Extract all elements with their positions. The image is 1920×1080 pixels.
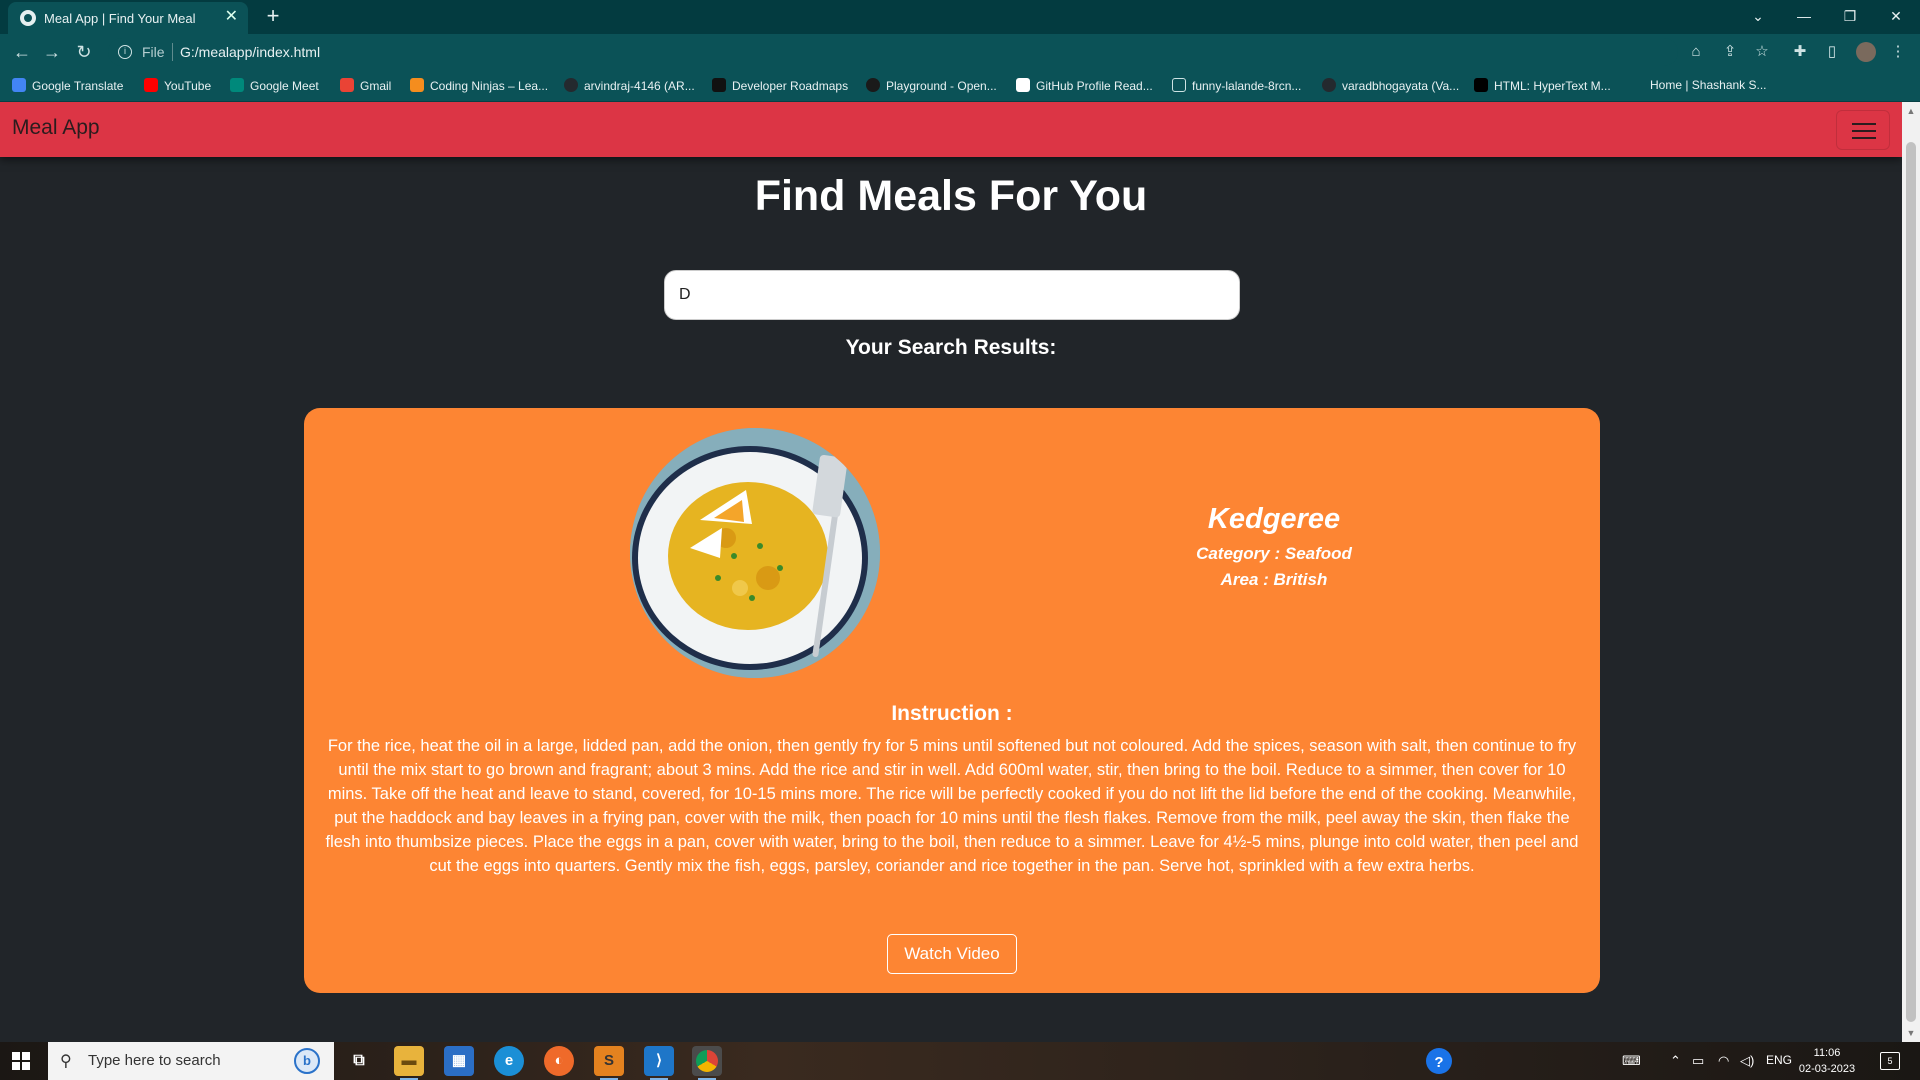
- bookmark-item[interactable]: GitHub Profile Read...: [1016, 78, 1153, 94]
- instruction-text: For the rice, heat the oil in a large, l…: [325, 737, 1579, 875]
- url-separator: [172, 43, 173, 61]
- google-translate-icon: [12, 78, 26, 92]
- volume-icon[interactable]: ◁): [1740, 1053, 1754, 1069]
- bookmarks-bar: Google Translate YouTube Google Meet Gma…: [0, 70, 1920, 102]
- meal-image: [630, 428, 880, 678]
- chrome-icon[interactable]: [692, 1046, 722, 1080]
- page-title: Find Meals For You: [754, 172, 1148, 220]
- menu-kebab-icon[interactable]: ⋮: [1888, 42, 1908, 62]
- navbar-brand[interactable]: Meal App: [12, 116, 100, 140]
- bookmark-item[interactable]: Developer Roadmaps: [712, 78, 848, 94]
- gmail-icon: [340, 78, 354, 92]
- file-explorer-icon[interactable]: ▬: [394, 1046, 424, 1080]
- scrollbar-thumb[interactable]: [1906, 142, 1916, 1022]
- edge-icon[interactable]: e: [494, 1046, 524, 1076]
- windows-start-icon[interactable]: [12, 1052, 30, 1070]
- taskbar-search-placeholder: Type here to search: [88, 1052, 221, 1069]
- clock-time: 11:06: [1813, 1047, 1841, 1059]
- meal-search-input[interactable]: [664, 270, 1240, 320]
- site-info-icon[interactable]: i: [118, 45, 132, 59]
- language-indicator[interactable]: ENG: [1766, 1053, 1792, 1067]
- help-icon[interactable]: ?: [1426, 1048, 1452, 1074]
- close-window-button[interactable]: ✕: [1876, 4, 1916, 28]
- keyboard-icon[interactable]: ⌨: [1622, 1053, 1641, 1069]
- show-hidden-icons-icon[interactable]: ⌃: [1670, 1053, 1681, 1069]
- meal-card: Kedgeree Category : Seafood Area : Briti…: [304, 408, 1600, 993]
- bookmark-item[interactable]: Gmail: [340, 78, 391, 94]
- watch-video-button[interactable]: Watch Video: [887, 934, 1017, 974]
- bookmark-item[interactable]: funny-lalande-8rcn...: [1172, 78, 1301, 94]
- minimize-button[interactable]: —: [1784, 4, 1824, 28]
- share-icon[interactable]: ⇪: [1720, 42, 1740, 62]
- roadmap-icon: [712, 78, 726, 92]
- bookmark-item[interactable]: Playground - Open...: [866, 78, 997, 94]
- side-panel-icon[interactable]: ▯: [1822, 42, 1842, 62]
- tab-search-dropdown-icon[interactable]: ⌄: [1738, 4, 1778, 28]
- scroll-down-arrow-icon[interactable]: ▼: [1902, 1024, 1920, 1042]
- meal-area: Area : British: [1220, 570, 1328, 589]
- bookmark-item[interactable]: Google Translate: [12, 78, 123, 94]
- github-icon: [1322, 78, 1336, 92]
- bookmark-item[interactable]: HTML: HyperText M...: [1474, 78, 1611, 94]
- meal-name: Kedgeree: [1207, 503, 1341, 535]
- coding-ninjas-icon: [410, 78, 424, 92]
- windows-taskbar: ⚲ Type here to search b ⧉ ▬ ▦ e ◐ S ⟩ ? …: [0, 1042, 1920, 1080]
- bookmark-item[interactable]: arvindraj-4146 (AR...: [564, 78, 695, 94]
- clock-date: 02-03-2023: [1798, 1063, 1856, 1075]
- tab-title: Meal App | Find Your Meal: [44, 11, 196, 26]
- profile-avatar[interactable]: [1856, 42, 1876, 62]
- scroll-up-arrow-icon[interactable]: ▲: [1902, 102, 1920, 120]
- bookmark-item[interactable]: Home | Shashank S...: [1650, 78, 1767, 94]
- page-viewport: Meal App Find Meals For You Your Search …: [0, 102, 1920, 1042]
- firefox-icon[interactable]: ◐: [544, 1046, 574, 1076]
- tab-favicon-icon: [20, 10, 36, 26]
- browser-tab-active[interactable]: Meal App | Find Your Meal ✕: [8, 2, 248, 34]
- battery-icon[interactable]: ▭: [1692, 1053, 1704, 1069]
- bookmark-item[interactable]: YouTube: [144, 78, 211, 94]
- notification-center-icon[interactable]: 5: [1880, 1052, 1900, 1070]
- bing-icon[interactable]: b: [294, 1048, 320, 1074]
- forward-arrow-icon[interactable]: →: [40, 40, 64, 64]
- address-bar[interactable]: i File G:/mealapp/index.html: [108, 38, 1678, 66]
- bookmark-item[interactable]: Coding Ninjas – Lea...: [410, 78, 548, 94]
- openai-icon: [866, 78, 880, 92]
- site-navbar: Meal App: [0, 102, 1902, 157]
- restore-button[interactable]: ❐: [1830, 4, 1870, 28]
- url-scheme: File: [142, 44, 165, 60]
- browser-toolbar: ← → ↻ i File G:/mealapp/index.html ⌂ ⇪ ☆…: [0, 34, 1920, 70]
- search-icon: ⚲: [60, 1053, 72, 1070]
- tab-close-icon[interactable]: ✕: [225, 8, 238, 26]
- bookmark-item[interactable]: Google Meet: [230, 78, 319, 94]
- mdn-icon: [1474, 78, 1488, 92]
- vscode-icon[interactable]: ⟩: [644, 1046, 674, 1080]
- translate-icon[interactable]: ⌂: [1686, 42, 1706, 62]
- sublime-text-icon[interactable]: S: [594, 1046, 624, 1080]
- hamburger-menu-icon[interactable]: [1836, 110, 1890, 150]
- task-view-icon[interactable]: ⧉: [344, 1046, 374, 1076]
- wifi-icon[interactable]: ◠: [1718, 1053, 1729, 1069]
- microsoft-store-icon[interactable]: ▦: [444, 1046, 474, 1076]
- google-meet-icon: [230, 78, 244, 92]
- youtube-icon: [144, 78, 158, 92]
- bookmark-item[interactable]: varadbhogayata (Va...: [1322, 78, 1459, 94]
- instruction-heading: Instruction :: [891, 702, 1013, 725]
- taskbar-clock[interactable]: 11:06 02-03-2023: [1796, 1045, 1858, 1077]
- browser-tab-strip: Meal App | Find Your Meal ✕ + ⌄ — ❐ ✕: [0, 0, 1920, 34]
- bookmark-star-icon[interactable]: ☆: [1752, 42, 1772, 62]
- meal-info: Kedgeree Category : Seafood Area : Briti…: [1044, 503, 1504, 596]
- reload-icon[interactable]: ↻: [72, 40, 96, 64]
- taskbar-search-box[interactable]: ⚲ Type here to search b: [48, 1042, 334, 1080]
- github-icon: [564, 78, 578, 92]
- extensions-puzzle-icon[interactable]: ✚: [1790, 42, 1810, 62]
- page-icon: [1172, 78, 1186, 92]
- meal-category: Category : Seafood: [1196, 544, 1352, 563]
- back-arrow-icon[interactable]: ←: [10, 40, 34, 64]
- readme-icon: [1016, 78, 1030, 92]
- url-text[interactable]: G:/mealapp/index.html: [180, 44, 320, 60]
- page-scrollbar[interactable]: ▲ ▼: [1902, 102, 1920, 1042]
- results-heading: Your Search Results:: [845, 336, 1057, 359]
- new-tab-button[interactable]: +: [260, 4, 286, 30]
